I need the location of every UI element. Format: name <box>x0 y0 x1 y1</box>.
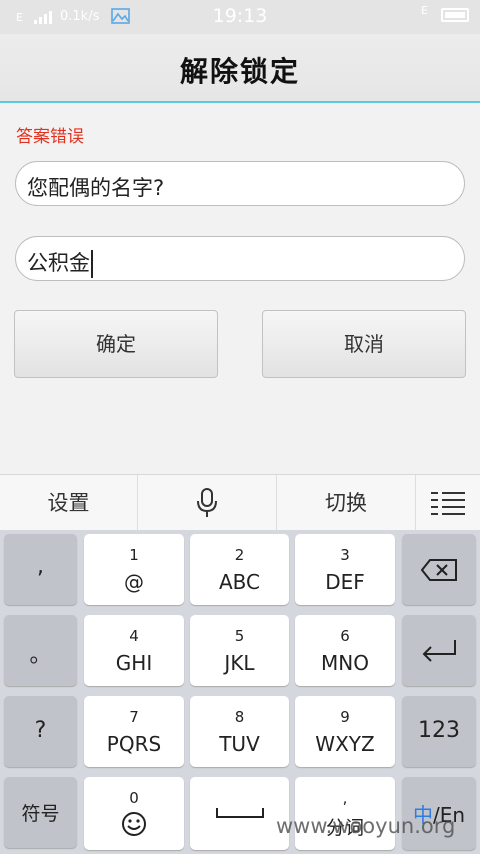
key-4[interactable]: 4 GHI <box>84 615 184 686</box>
key-2[interactable]: 2 ABC <box>190 534 289 605</box>
key-comma[interactable]: , <box>4 534 77 605</box>
confirm-button[interactable]: 确定 <box>14 310 218 378</box>
security-question-text: 您配偶的名字? <box>27 176 165 200</box>
clock: 19:13 <box>212 5 268 27</box>
voice-input-button[interactable] <box>138 475 277 531</box>
key-8[interactable]: 8 TUV <box>190 696 289 767</box>
key-period[interactable]: 。 <box>4 615 77 686</box>
error-message: 答案错误 <box>16 127 84 147</box>
microphone-icon <box>197 488 217 517</box>
key-0-emoji[interactable]: 0 <box>84 777 184 850</box>
security-question-field[interactable]: 您配偶的名字? <box>15 161 465 206</box>
space-icon <box>216 808 264 818</box>
smiley-icon <box>122 812 146 836</box>
title-divider <box>0 101 480 103</box>
answer-input[interactable]: 公积金 <box>15 236 465 281</box>
ime-settings-label: 设置 <box>47 491 90 515</box>
answer-text: 公积金 <box>27 251 90 275</box>
ime-switch-button[interactable]: 切换 <box>277 475 416 531</box>
key-7[interactable]: 7 PQRS <box>84 696 184 767</box>
space-key[interactable] <box>190 777 289 850</box>
page-title: 解除锁定 <box>179 55 300 88</box>
answer-input-value: 公积金 <box>27 247 93 278</box>
title-bar: 解除锁定 <box>0 34 480 102</box>
backspace-icon <box>421 559 457 581</box>
battery-icon <box>441 8 469 22</box>
ime-settings-button[interactable]: 设置 <box>0 475 138 531</box>
key-3[interactable]: 3 DEF <box>295 534 395 605</box>
text-caret <box>91 250 93 278</box>
status-bar: E 0.1k/s 19:13 E <box>0 0 480 34</box>
backspace-key[interactable] <box>402 534 476 605</box>
enter-icon <box>422 640 456 662</box>
ime-menu-button[interactable] <box>416 475 480 531</box>
key-symbols[interactable]: 符号 <box>4 777 77 848</box>
ime-toolbar: 设置 切换 <box>0 474 480 531</box>
key-9[interactable]: 9 WXYZ <box>295 696 395 767</box>
key-5[interactable]: 5 JKL <box>190 615 289 686</box>
network-type-secondary: E <box>421 4 428 17</box>
numbers-key[interactable]: 123 <box>402 696 476 767</box>
watermark: www.wooyun.org <box>276 814 456 838</box>
key-1[interactable]: 1 @ <box>84 534 184 605</box>
menu-icon <box>431 492 465 515</box>
ime-switch-label: 切换 <box>325 491 367 515</box>
key-question[interactable]: ? <box>4 696 77 767</box>
key-6[interactable]: 6 MNO <box>295 615 395 686</box>
keyboard: , 。 ? 符号 1 @ 2 ABC 3 DEF 4 GHI 5 JKL 6 MNO 7 PQ… <box>0 530 480 854</box>
enter-key[interactable] <box>402 615 476 686</box>
cancel-button[interactable]: 取消 <box>262 310 466 378</box>
